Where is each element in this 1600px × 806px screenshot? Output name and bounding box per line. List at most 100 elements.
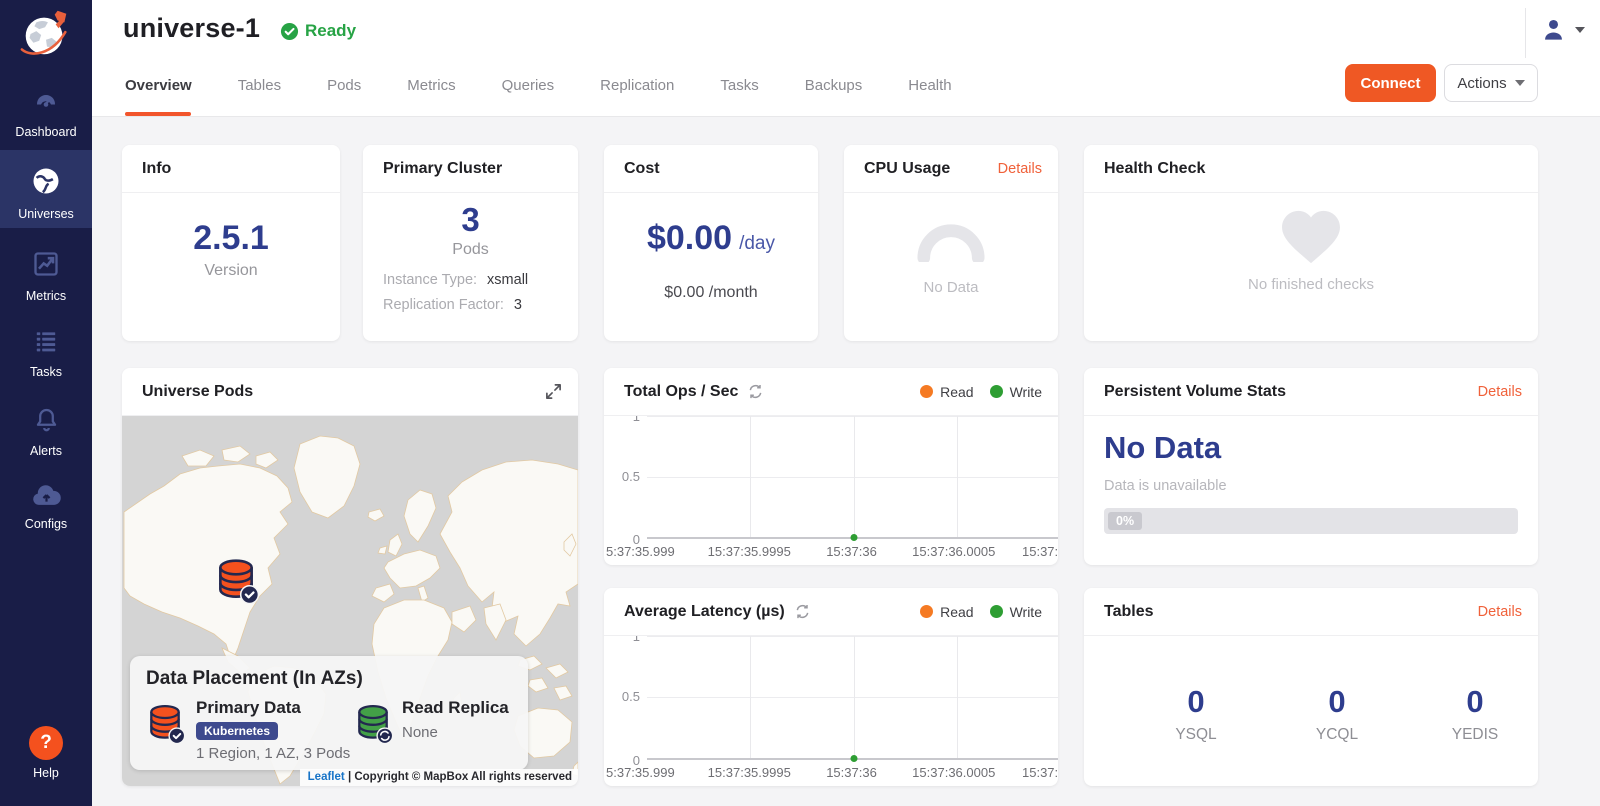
chevron-down-icon: [1515, 80, 1525, 86]
chart-legend: Read Write: [920, 604, 1042, 620]
data-placement-panel: Data Placement (In AZs) Primary Data Kub…: [130, 656, 528, 770]
chart-plot-area: 1 0.5 0: [604, 416, 1058, 539]
ycql-label: YCQL: [1292, 726, 1382, 744]
volume-progress-label: 0%: [1108, 512, 1142, 530]
map-copyright-text: | Copyright © MapBox All rights reserved: [348, 771, 572, 783]
card-total-ops: Total Ops / Sec Read Write 1 0.5 0: [604, 368, 1058, 565]
y-tick: 0.5: [604, 469, 640, 484]
data-placement-title: Data Placement (In AZs): [146, 668, 363, 690]
sidebar-item-metrics[interactable]: Metrics: [0, 242, 92, 302]
card-title: Cost: [624, 160, 660, 178]
tab-bar: Overview Tables Pods Metrics Queries Rep…: [125, 62, 952, 108]
sidebar-item-label: Help: [33, 766, 59, 780]
expand-icon[interactable]: [545, 383, 562, 400]
x-axis-labels: 5:37:35.999 15:37:35.9995 15:37:36 15:37…: [604, 544, 1058, 560]
tab-backups[interactable]: Backups: [805, 77, 863, 94]
topbar: universe-1 Ready Overview Tables: [92, 0, 1600, 117]
x-tick: 5:37:35.999: [606, 544, 675, 559]
tab-pods[interactable]: Pods: [327, 77, 361, 94]
active-tab-indicator: [125, 112, 191, 116]
replication-factor-key: Replication Factor:: [383, 297, 504, 313]
primary-data-desc: 1 Region, 1 AZ, 3 Pods: [196, 745, 350, 762]
chart-title: Average Latency (µs): [624, 603, 785, 621]
x-tick: 15:37:: [1022, 765, 1058, 780]
sidebar-item-configs[interactable]: Configs: [0, 476, 92, 536]
volume-unavailable-text: Data is unavailable: [1084, 466, 1538, 494]
cpu-details-link[interactable]: Details: [998, 161, 1042, 177]
x-tick: 15:37:: [1022, 544, 1058, 559]
tab-health[interactable]: Health: [908, 77, 951, 94]
card-title: Health Check: [1104, 160, 1205, 178]
pods-label: Pods: [452, 241, 488, 259]
sidebar-item-label: Metrics: [26, 289, 66, 303]
sidebar-item-label: Configs: [25, 517, 67, 531]
instance-type-value: xsmall: [487, 272, 528, 288]
world-map[interactable]: Data Placement (In AZs) Primary Data Kub…: [122, 416, 578, 786]
chart-plot-area: 1 0.5 0: [604, 636, 1058, 760]
y-tick: 0.5: [604, 689, 640, 704]
volume-no-data: No Data: [1084, 416, 1538, 466]
x-tick: 5:37:35.999: [606, 765, 675, 780]
version-value: 2.5.1: [193, 219, 269, 258]
tab-tables[interactable]: Tables: [238, 77, 281, 94]
sidebar-item-alerts[interactable]: Alerts: [0, 398, 92, 458]
status-badge: Ready: [280, 21, 356, 41]
x-tick: 15:37:35.9995: [708, 765, 791, 780]
user-icon: [1540, 16, 1567, 43]
tab-queries[interactable]: Queries: [502, 77, 555, 94]
primary-data-db-icon: [144, 702, 186, 744]
cpu-empty-text: No Data: [923, 279, 978, 296]
sidebar-item-help[interactable]: ? Help: [0, 718, 92, 782]
card-universe-pods: Universe Pods: [122, 368, 578, 786]
chevron-down-icon: [1575, 27, 1585, 33]
x-tick: 15:37:35.9995: [708, 544, 791, 559]
ysql-count: 0: [1151, 684, 1241, 720]
cost-per-day-unit: /day: [739, 233, 775, 255]
chart-legend: Read Write: [920, 384, 1042, 400]
write-legend-label: Write: [1010, 384, 1042, 400]
sidebar-item-dashboard[interactable]: Dashboard: [0, 82, 92, 142]
connect-button[interactable]: Connect: [1345, 64, 1436, 102]
bell-icon: [33, 406, 60, 438]
refresh-icon[interactable]: [748, 384, 763, 399]
health-empty-text: No finished checks: [1248, 276, 1374, 293]
page-title: universe-1: [123, 13, 260, 44]
user-menu[interactable]: [1540, 16, 1585, 43]
volume-details-link[interactable]: Details: [1478, 384, 1522, 400]
leaflet-link[interactable]: Leaflet: [308, 771, 345, 783]
refresh-icon[interactable]: [795, 604, 810, 619]
tab-tasks[interactable]: Tasks: [720, 77, 758, 94]
read-replica-db-icon: [352, 702, 394, 744]
sidebar-item-label: Tasks: [30, 365, 62, 379]
card-cost: Cost $0.00 /day $0.00 /month: [604, 145, 818, 341]
write-legend-dot: [990, 385, 1003, 398]
card-title: Persistent Volume Stats: [1104, 383, 1286, 401]
primary-data-label: Primary Data: [196, 698, 301, 718]
sidebar-item-tasks[interactable]: Tasks: [0, 320, 92, 380]
card-primary-cluster: Primary Cluster 3 Pods Instance Type: xs…: [363, 145, 578, 341]
yugabyte-logo-icon[interactable]: [17, 6, 75, 62]
tab-metrics[interactable]: Metrics: [407, 77, 455, 94]
sidebar-item-universes[interactable]: Universes: [0, 150, 92, 228]
tab-overview[interactable]: Overview: [125, 77, 192, 94]
card-persistent-volume-stats: Persistent Volume Stats Details No Data …: [1084, 368, 1538, 565]
globe-icon: [31, 166, 61, 201]
task-list-icon: [32, 328, 60, 359]
write-legend-dot: [990, 605, 1003, 618]
replication-factor-value: 3: [514, 297, 522, 313]
tables-ysql-stat: 0 YSQL: [1151, 684, 1241, 744]
actions-button[interactable]: Actions: [1444, 64, 1538, 102]
actions-button-label: Actions: [1457, 75, 1506, 92]
pods-count: 3: [461, 201, 479, 239]
cost-per-month: $0.00 /month: [664, 284, 757, 302]
tables-details-link[interactable]: Details: [1478, 604, 1522, 620]
heart-icon: [1280, 209, 1342, 270]
tab-replication[interactable]: Replication: [600, 77, 674, 94]
card-title: Info: [142, 160, 171, 178]
x-tick: 15:37:36.0005: [912, 765, 995, 780]
primary-data-map-marker[interactable]: [212, 556, 260, 609]
card-health-check: Health Check No finished checks: [1084, 145, 1538, 341]
read-legend-label: Read: [940, 384, 973, 400]
tables-yedis-stat: 0 YEDIS: [1430, 684, 1520, 744]
sidebar-item-label: Dashboard: [15, 125, 76, 139]
